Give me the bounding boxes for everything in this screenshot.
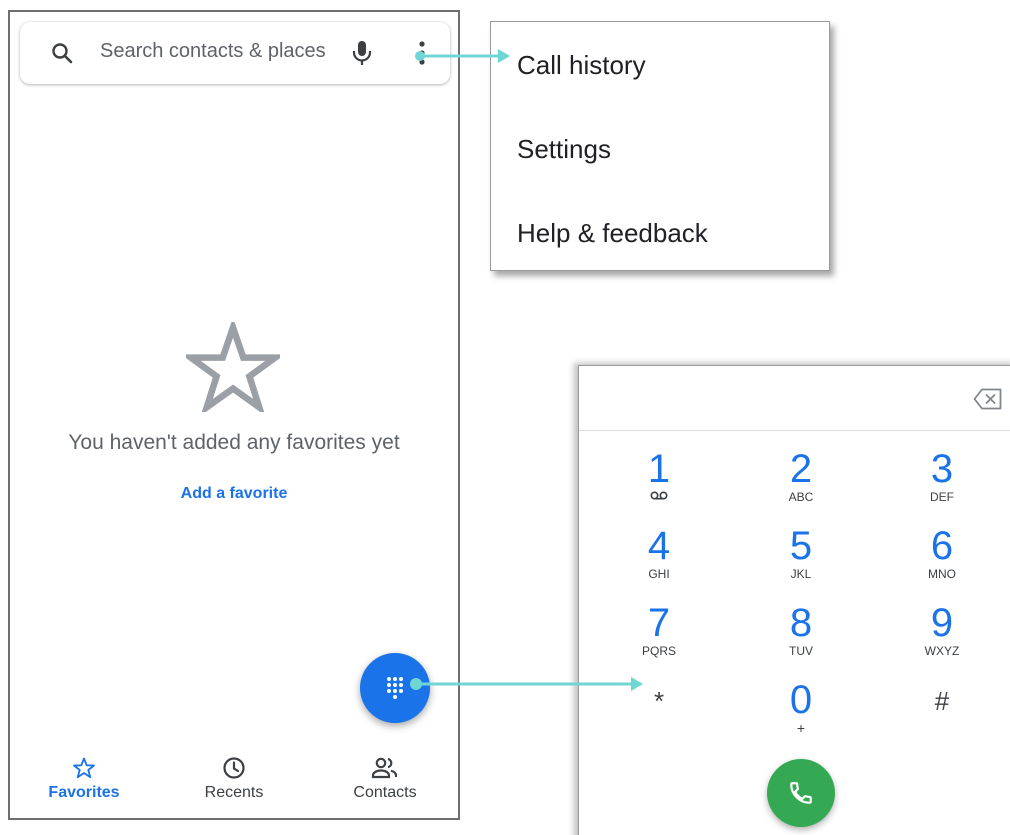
search-bar[interactable]: Search contacts & places <box>20 22 450 84</box>
dialpad-key-star[interactable]: * <box>609 686 709 716</box>
dialpad-key-5[interactable]: 5 JKL <box>751 526 851 581</box>
menu-item-call-history[interactable]: Call history <box>517 50 646 81</box>
key-letters: DEF <box>930 490 954 504</box>
nav-tab-favorites[interactable]: Favorites <box>44 756 124 802</box>
key-digit: 2 <box>789 447 813 491</box>
dialpad-key-2[interactable]: 2 ABC <box>751 449 851 504</box>
mic-icon[interactable] <box>350 39 374 67</box>
key-digit: 8 <box>789 601 813 645</box>
screenshot-canvas: Search contacts & places You haven't add… <box>0 0 1010 835</box>
key-digit: # <box>934 686 950 716</box>
call-button[interactable] <box>767 759 835 827</box>
key-digit: 0 <box>789 678 813 722</box>
key-letters: GHI <box>648 567 670 581</box>
phone-icon <box>790 782 812 804</box>
empty-favorites-message: You haven't added any favorites yet <box>68 431 400 454</box>
dialpad-divider <box>579 430 1010 431</box>
search-icon <box>52 43 73 64</box>
voicemail-icon <box>650 491 668 500</box>
dialpad-key-1[interactable]: 1 <box>609 449 709 500</box>
menu-item-help-feedback[interactable]: Help & feedback <box>517 218 708 249</box>
key-digit: 1 <box>647 447 671 491</box>
dialpad-key-7[interactable]: 7 PQRS <box>609 603 709 658</box>
dialpad-key-9[interactable]: 9 WXYZ <box>892 603 992 658</box>
key-digit: 5 <box>789 524 813 568</box>
dialpad-key-6[interactable]: 6 MNO <box>892 526 992 581</box>
bottom-navigation: Favorites Recents Contacts <box>10 748 458 818</box>
key-digit: 9 <box>930 601 954 645</box>
key-letters: MNO <box>928 567 956 581</box>
star-outline-icon <box>73 757 95 779</box>
more-options-icon[interactable] <box>415 40 429 66</box>
nav-label-favorites: Favorites <box>48 784 120 801</box>
key-digit: 3 <box>930 447 954 491</box>
search-input[interactable]: Search contacts & places <box>100 40 326 63</box>
key-letters: WXYZ <box>924 644 960 658</box>
nav-label-contacts: Contacts <box>353 784 417 801</box>
dialpad-key-4[interactable]: 4 GHI <box>609 526 709 581</box>
key-letters: + <box>796 720 806 736</box>
overflow-menu: Call history Settings Help & feedback <box>490 21 830 271</box>
dialpad-icon <box>387 677 403 699</box>
dialpad-panel: 1 2 ABC 3 DEF 4 GHI 5 JKL 6 MNO 7 PQRS 8… <box>578 365 1010 835</box>
nav-tab-contacts[interactable]: Contacts <box>340 756 430 802</box>
key-digit: 4 <box>647 524 671 568</box>
menu-item-settings[interactable]: Settings <box>517 134 611 165</box>
dialpad-fab-button[interactable] <box>360 653 430 723</box>
people-icon <box>371 757 398 779</box>
key-letters: JKL <box>790 567 812 581</box>
nav-tab-recents[interactable]: Recents <box>194 756 274 802</box>
dialpad-key-8[interactable]: 8 TUV <box>751 603 851 658</box>
star-outline-icon <box>186 322 280 412</box>
nav-label-recents: Recents <box>204 784 264 801</box>
key-digit: * <box>653 686 665 716</box>
backspace-icon[interactable] <box>973 388 1003 410</box>
dialpad-key-hash[interactable]: # <box>892 686 992 716</box>
key-digit: 6 <box>930 524 954 568</box>
key-letters: ABC <box>788 490 814 504</box>
phone-favorites-screen: Search contacts & places You haven't add… <box>8 10 460 820</box>
dialpad-key-3[interactable]: 3 DEF <box>892 449 992 504</box>
key-letters: TUV <box>789 644 813 658</box>
key-digit: 7 <box>647 601 671 645</box>
add-favorite-link[interactable]: Add a favorite <box>10 485 458 503</box>
dialpad-key-0[interactable]: 0 + <box>751 680 851 735</box>
clock-icon <box>223 757 245 779</box>
key-letters: PQRS <box>641 644 676 658</box>
